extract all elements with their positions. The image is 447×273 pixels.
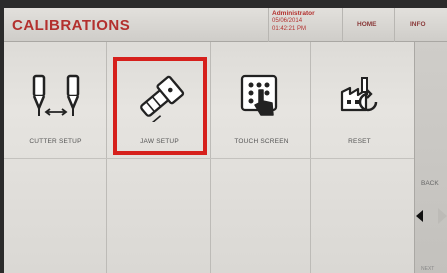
bezel-left xyxy=(0,0,4,273)
tile-label: RESET xyxy=(348,138,371,145)
next-arrow-icon[interactable] xyxy=(438,208,447,224)
calibrations-screen: CALIBRATIONS Administrator 05/06/2014 01… xyxy=(0,0,447,273)
tiles-grid: CUTTER SETUP JAW SETUP TOUCH SCREEN RESE… xyxy=(0,42,447,273)
cutter-setup-icon xyxy=(32,74,79,116)
touch-screen-icon xyxy=(240,74,277,116)
reset-factory-icon xyxy=(340,77,377,112)
page-title: CALIBRATIONS xyxy=(12,17,131,34)
header-divider xyxy=(342,8,343,42)
selection-highlight xyxy=(113,57,207,155)
tile-reset[interactable]: RESET xyxy=(312,46,407,156)
side-nav-panel xyxy=(414,42,447,273)
tile-label: CUTTER SETUP xyxy=(29,138,82,145)
current-date: 05/06/2014 xyxy=(272,18,303,24)
header-divider xyxy=(394,8,395,42)
grid-divider xyxy=(0,158,420,159)
user-name: Administrator xyxy=(272,10,315,17)
user-info: Administrator 05/06/2014 01:42:21 PM xyxy=(272,10,342,33)
bezel-top xyxy=(0,0,447,8)
current-time: 01:42:21 PM xyxy=(272,26,307,32)
info-button[interactable]: INFO xyxy=(410,21,426,28)
tile-touch-screen[interactable]: TOUCH SCREEN xyxy=(214,46,309,156)
next-label: NEXT xyxy=(421,266,435,272)
header-bar: CALIBRATIONS Administrator 05/06/2014 01… xyxy=(0,8,447,42)
back-arrow-icon[interactable] xyxy=(416,210,423,222)
tile-label: TOUCH SCREEN xyxy=(234,138,289,145)
tile-cutter-setup[interactable]: CUTTER SETUP xyxy=(8,46,103,156)
header-divider xyxy=(268,8,269,42)
home-button[interactable]: HOME xyxy=(357,21,377,28)
back-label: BACK xyxy=(421,180,439,187)
